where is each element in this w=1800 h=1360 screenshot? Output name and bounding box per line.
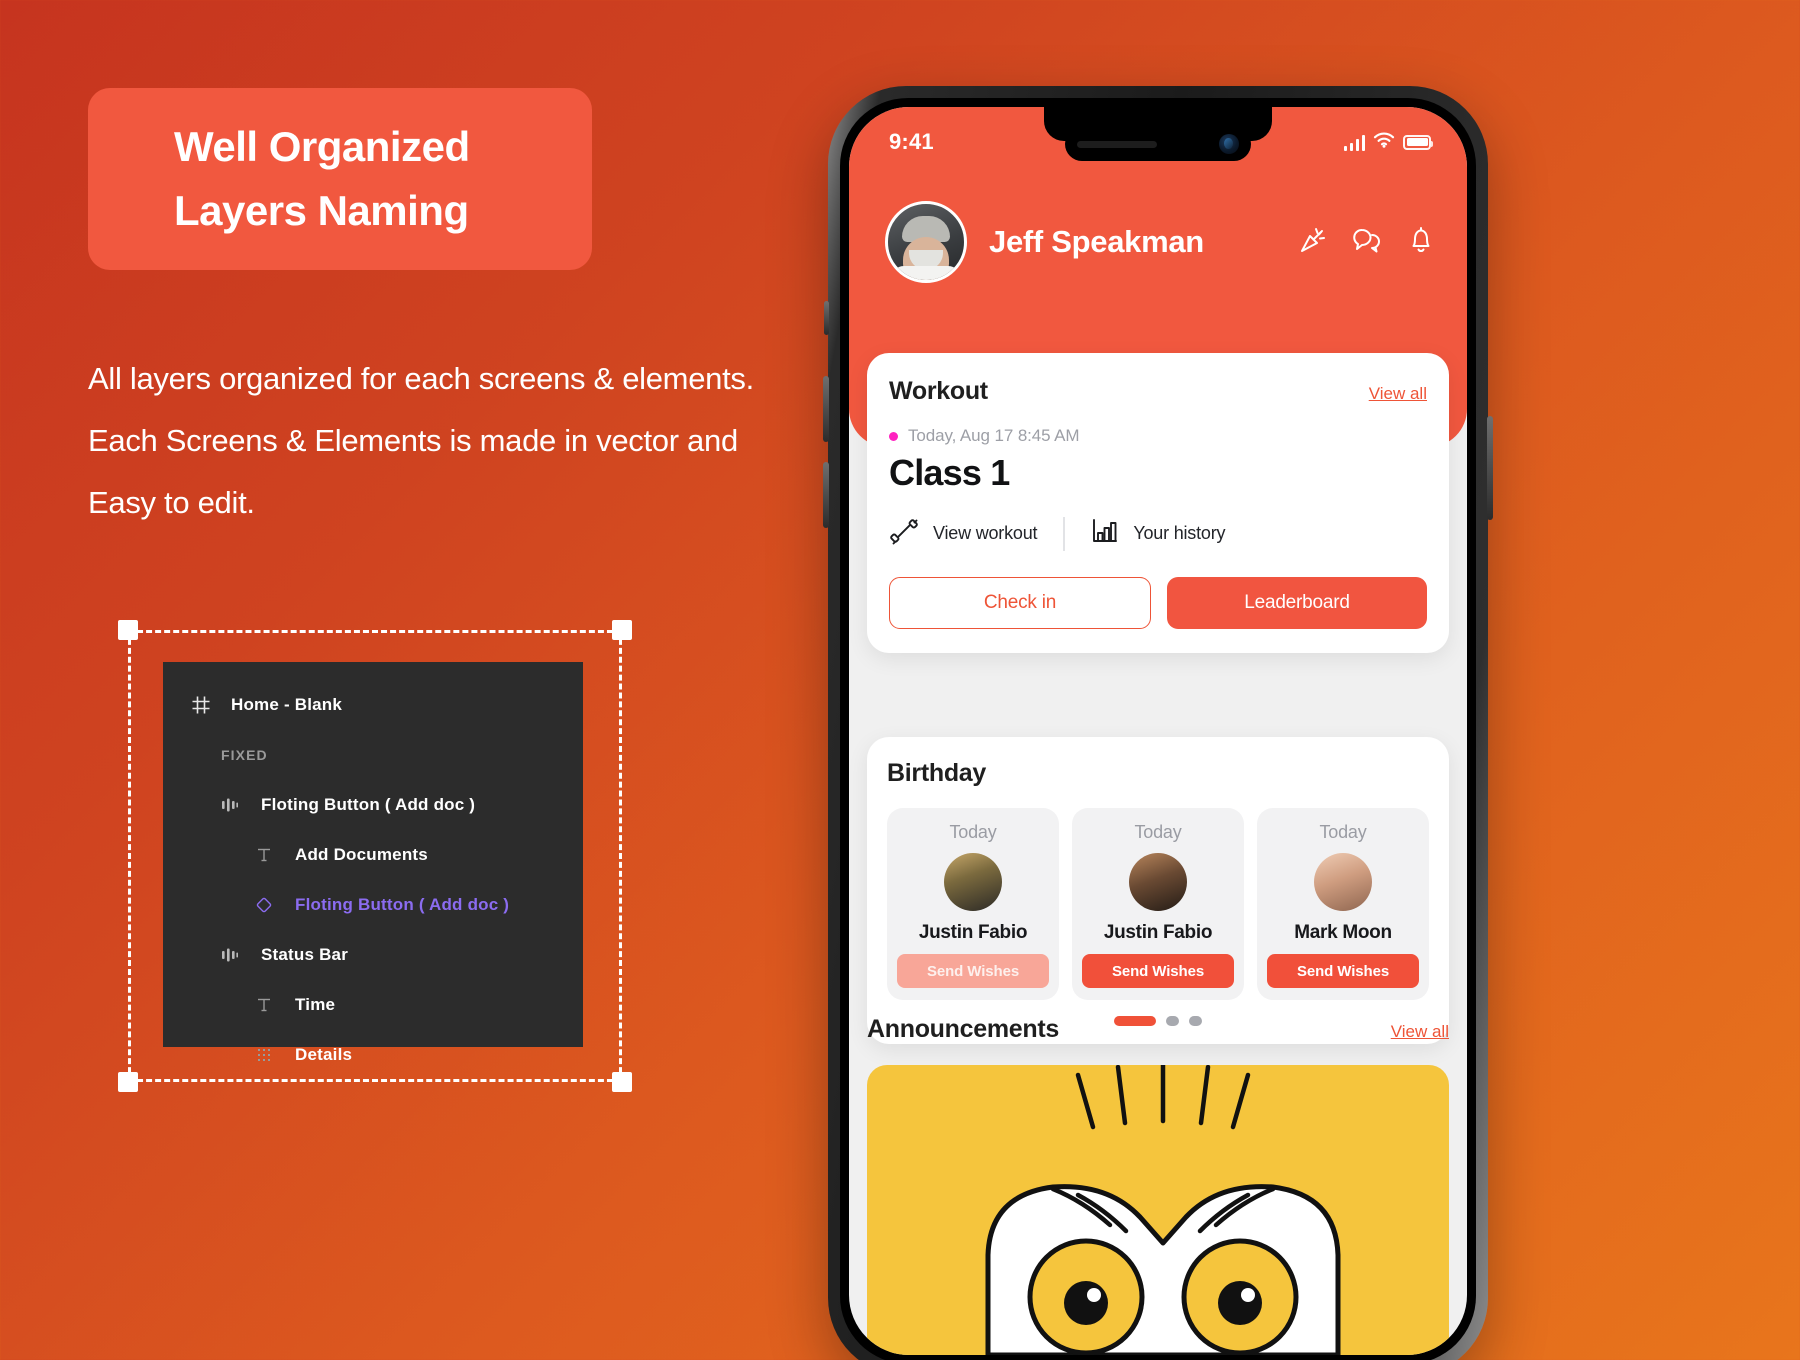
workout-links-row: View workout Your history xyxy=(889,516,1427,551)
phone-frame: 9:41 Jeff Speakman Workout View all Toda… xyxy=(823,86,1493,1360)
birthday-item[interactable]: Today Justin Fabio Send Wishes xyxy=(887,808,1059,1000)
leaderboard-button[interactable]: Leaderboard xyxy=(1167,577,1427,629)
layer-label: Floting Button ( Add doc ) xyxy=(261,795,476,814)
layer-row[interactable]: Floting Button ( Add doc ) xyxy=(163,780,583,830)
layer-label: Home - Blank xyxy=(231,695,343,714)
birthday-name: Justin Fabio xyxy=(918,922,1028,943)
workout-schedule: Today, Aug 17 8:45 AM xyxy=(908,426,1080,445)
announcements-title: Announcements xyxy=(867,1015,1059,1043)
dumbbell-icon xyxy=(889,516,919,551)
scroll-content: Workout View all Today, Aug 17 8:45 AM C… xyxy=(849,107,1467,1355)
workout-actions: Check in Leaderboard xyxy=(889,577,1427,629)
layer-row[interactable]: Details xyxy=(163,1030,583,1080)
send-wishes-button[interactable]: Send Wishes xyxy=(897,954,1049,988)
promo-panel: Well Organized Layers Naming All layers … xyxy=(0,0,860,1360)
phone-bezel: 9:41 Jeff Speakman Workout View all Toda… xyxy=(840,98,1476,1360)
status-dot-icon xyxy=(889,431,898,441)
volume-down-button[interactable] xyxy=(823,462,829,528)
layer-row[interactable]: Floting Button ( Add doc ) xyxy=(163,880,583,930)
bar-chart-icon xyxy=(1091,517,1119,550)
grid-icon xyxy=(255,1046,285,1064)
power-button[interactable] xyxy=(1487,416,1493,520)
workout-card-header: Workout View all xyxy=(889,377,1427,406)
birthday-avatar xyxy=(1314,853,1372,911)
birthday-card: Birthday Today Justin Fabio Send Wishes … xyxy=(867,737,1449,1044)
selection-edge-left xyxy=(128,630,131,1082)
promo-body-text: All layers organized for each screens & … xyxy=(88,361,754,520)
birthday-list: Today Justin Fabio Send Wishes Today Jus… xyxy=(887,808,1429,1000)
text-icon xyxy=(255,996,285,1014)
announcements-header: Announcements View all xyxy=(867,1015,1449,1044)
links-divider xyxy=(1063,516,1066,551)
selection-handle-top-left[interactable] xyxy=(118,620,138,640)
workout-card: Workout View all Today, Aug 17 8:45 AM C… xyxy=(867,353,1449,653)
layer-label: Status Bar xyxy=(261,945,349,964)
workout-view-all-link[interactable]: View all xyxy=(1369,384,1427,404)
send-wishes-button[interactable]: Send Wishes xyxy=(1082,954,1234,988)
layer-row[interactable]: Home - Blank xyxy=(163,680,583,730)
selection-handle-top-right[interactable] xyxy=(612,620,632,640)
birthday-when: Today xyxy=(1319,822,1367,842)
view-workout-link[interactable]: View workout xyxy=(889,516,1038,551)
announcements-view-all-link[interactable]: View all xyxy=(1391,1022,1449,1042)
birthday-name: Mark Moon xyxy=(1294,922,1392,943)
layer-row[interactable]: Status Bar xyxy=(163,930,583,980)
workout-class-name: Class 1 xyxy=(889,452,1010,493)
layer-label: Details xyxy=(295,1045,353,1064)
birthday-avatar xyxy=(1129,853,1187,911)
birthday-avatar xyxy=(944,853,1002,911)
birthday-item[interactable]: Today Mark Moon Send Wishes xyxy=(1257,808,1429,1000)
check-in-button[interactable]: Check in xyxy=(889,577,1151,629)
your-history-label: Your history xyxy=(1133,523,1226,543)
birthday-item[interactable]: Today Justin Fabio Send Wishes xyxy=(1072,808,1244,1000)
phone-mockup: 9:41 Jeff Speakman Workout View all Toda… xyxy=(823,86,1493,1360)
group-icon xyxy=(221,796,251,814)
layer-row[interactable]: Add Documents xyxy=(163,830,583,880)
text-icon xyxy=(255,846,285,864)
phone-screen: 9:41 Jeff Speakman Workout View all Toda… xyxy=(849,107,1467,1355)
layer-label: Floting Button ( Add doc ) xyxy=(295,895,510,914)
announcement-image[interactable] xyxy=(867,1065,1449,1355)
selection-handle-bottom-left[interactable] xyxy=(118,1072,138,1092)
layers-panel: Home - Blank FIXED Floting Button ( Add … xyxy=(163,662,583,1064)
your-history-link[interactable]: Your history xyxy=(1091,517,1226,550)
layer-label: Time xyxy=(295,995,336,1014)
birthday-when: Today xyxy=(949,822,997,842)
volume-up-button[interactable] xyxy=(823,376,829,442)
view-workout-label: View workout xyxy=(933,523,1038,543)
send-wishes-button[interactable]: Send Wishes xyxy=(1267,954,1419,988)
component-icon xyxy=(255,896,285,914)
frame-icon xyxy=(191,695,221,715)
workout-schedule-row: Today, Aug 17 8:45 AM xyxy=(889,426,1427,446)
selection-handle-bottom-right[interactable] xyxy=(612,1072,632,1092)
layer-section-header: FIXED xyxy=(163,730,583,780)
workout-title: Workout xyxy=(889,377,988,405)
birthday-name: Justin Fabio xyxy=(1103,922,1213,943)
selection-edge-top xyxy=(128,630,622,633)
layer-label: FIXED xyxy=(221,747,268,763)
group-icon xyxy=(221,946,251,964)
silent-switch[interactable] xyxy=(824,301,829,335)
promo-title-line-1: Well Organized xyxy=(174,123,470,171)
selection-edge-right xyxy=(619,630,622,1082)
promo-title-chip: Well Organized Layers Naming xyxy=(88,88,592,270)
promo-title-line-2: Layers Naming xyxy=(174,187,469,234)
layer-label: Add Documents xyxy=(295,845,428,864)
layer-row[interactable]: Time xyxy=(163,980,583,1030)
birthday-title: Birthday xyxy=(887,759,987,787)
birthday-when: Today xyxy=(1134,822,1182,842)
